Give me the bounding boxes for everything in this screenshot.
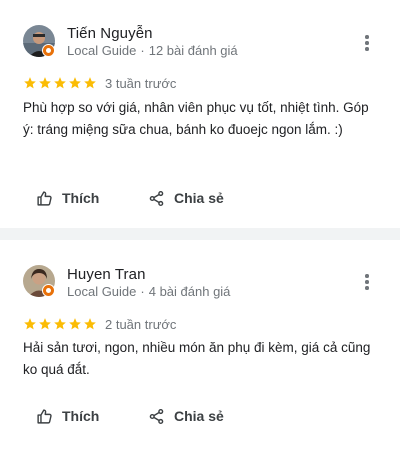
thumb-up-icon (37, 408, 52, 424)
star-icon (54, 318, 66, 330)
local-guide-label: Local Guide (67, 43, 137, 58)
share-icon (149, 408, 164, 424)
star-icon (39, 77, 51, 89)
review-card: Tiến Nguyễn Local Guide · 12 bài đánh giá … (0, 0, 400, 228)
separator-dot: · (140, 43, 145, 58)
star-icon (54, 77, 66, 89)
share-button[interactable]: Chia sẻ (148, 186, 224, 210)
local-guide-badge-icon (42, 44, 55, 57)
like-button[interactable]: Thích (36, 404, 99, 428)
like-label: Thích (62, 408, 100, 424)
author-name[interactable]: Huyen Tran (67, 266, 146, 283)
share-icon (149, 190, 164, 206)
review-card: Huyen Tran Local Guide · 4 bài đánh giá 2 … (0, 240, 400, 461)
star-icon (24, 77, 36, 89)
star-icon (69, 318, 81, 330)
star-icon (24, 318, 36, 330)
star-rating (23, 317, 97, 331)
more-options-icon[interactable] (356, 32, 378, 54)
thumb-up-icon (37, 190, 52, 206)
star-icon (69, 77, 81, 89)
review-divider (0, 228, 400, 240)
review-time: 2 tuần trước (105, 316, 177, 332)
review-text: Phù hợp so với giá, nhân viên phục vụ tố… (23, 100, 369, 137)
author-name[interactable]: Tiến Nguyễn (67, 25, 153, 42)
share-label: Chia sẻ (174, 190, 224, 206)
local-guide-badge-icon (42, 284, 55, 297)
star-icon (84, 77, 96, 89)
rating-row: 2 tuần trước (23, 315, 176, 333)
share-button[interactable]: Chia sẻ (148, 404, 224, 428)
rating-row: 3 tuần trước (23, 74, 176, 92)
share-label: Chia sẻ (174, 408, 224, 424)
star-icon (84, 318, 96, 330)
local-guide-label: Local Guide (67, 284, 137, 299)
like-button[interactable]: Thích (36, 186, 99, 210)
author-meta: Local Guide · 12 bài đánh giá (67, 43, 238, 58)
review-time: 3 tuần trước (105, 75, 177, 91)
star-icon (39, 318, 51, 330)
review-count: 4 bài đánh giá (148, 284, 231, 299)
star-rating (23, 76, 97, 90)
review-text: Hải sản tươi, ngon, nhiều món ăn phụ đi … (23, 340, 371, 377)
author-meta: Local Guide · 4 bài đánh giá (67, 284, 230, 299)
more-options-icon[interactable] (356, 271, 378, 293)
like-label: Thích (62, 190, 100, 206)
review-count: 12 bài đánh giá (148, 43, 238, 58)
separator-dot: · (140, 284, 145, 299)
